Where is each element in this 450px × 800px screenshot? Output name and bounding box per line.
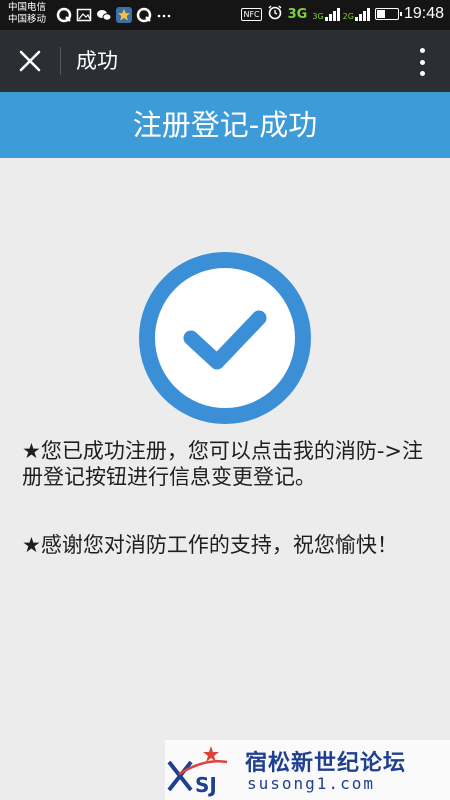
success-check-icon: [135, 248, 315, 428]
q-icon: [136, 7, 152, 23]
status-bar: 中国电信 中国移动 NFC 3G 3G 2G 19:48: [0, 0, 450, 30]
signal-bars-2: [354, 7, 370, 21]
carrier-1: 中国电信: [8, 2, 47, 13]
forum-watermark: SJ 宿松新世纪论坛 susong1.com: [165, 740, 450, 800]
clock: 19:48: [403, 5, 444, 22]
more-dot: [419, 48, 425, 53]
page-title: 成功: [76, 49, 118, 73]
signal-bars-1: [324, 7, 340, 21]
image-icon: [76, 7, 92, 23]
carrier-2: 中国移动: [8, 14, 47, 25]
more-dot: [419, 59, 425, 65]
q-icon: [56, 7, 72, 23]
signal-icon: 3G 2G: [312, 7, 370, 21]
star-app-icon: [116, 7, 132, 23]
notification-icons: [56, 7, 172, 23]
svg-text:SJ: SJ: [195, 773, 217, 797]
nfc-icon: NFC: [241, 7, 262, 21]
more-dot: [419, 71, 425, 76]
forum-name: 宿松新世纪论坛: [245, 751, 407, 776]
network-3g-small: 3G: [312, 12, 324, 21]
more-icon: [156, 7, 172, 23]
forum-logo-icon: SJ: [167, 746, 228, 797]
close-button[interactable]: [14, 45, 46, 77]
network-3g: 3G: [287, 6, 308, 22]
title-divider: [60, 47, 61, 75]
battery-icon: [374, 8, 402, 20]
forum-url: susong1.com: [247, 774, 375, 793]
wechat-icon: [96, 7, 112, 23]
status-right: NFC 3G 3G 2G 19:48: [241, 4, 444, 24]
close-icon: [19, 50, 41, 72]
thanks-message: ★感谢您对消防工作的支持，祝您愉快！: [22, 533, 398, 557]
more-menu-button[interactable]: [418, 48, 426, 76]
success-message: ★您已成功注册，您可以点击我的消防->注册登记按钮进行信息变更登记。: [22, 439, 423, 489]
alarm-icon: [267, 4, 283, 24]
page-header: 注册登记-成功: [0, 92, 450, 158]
network-2g-small: 2G: [342, 12, 354, 21]
carrier-info: 中国电信 中国移动: [8, 2, 46, 26]
title-bar: 成功: [0, 30, 450, 92]
